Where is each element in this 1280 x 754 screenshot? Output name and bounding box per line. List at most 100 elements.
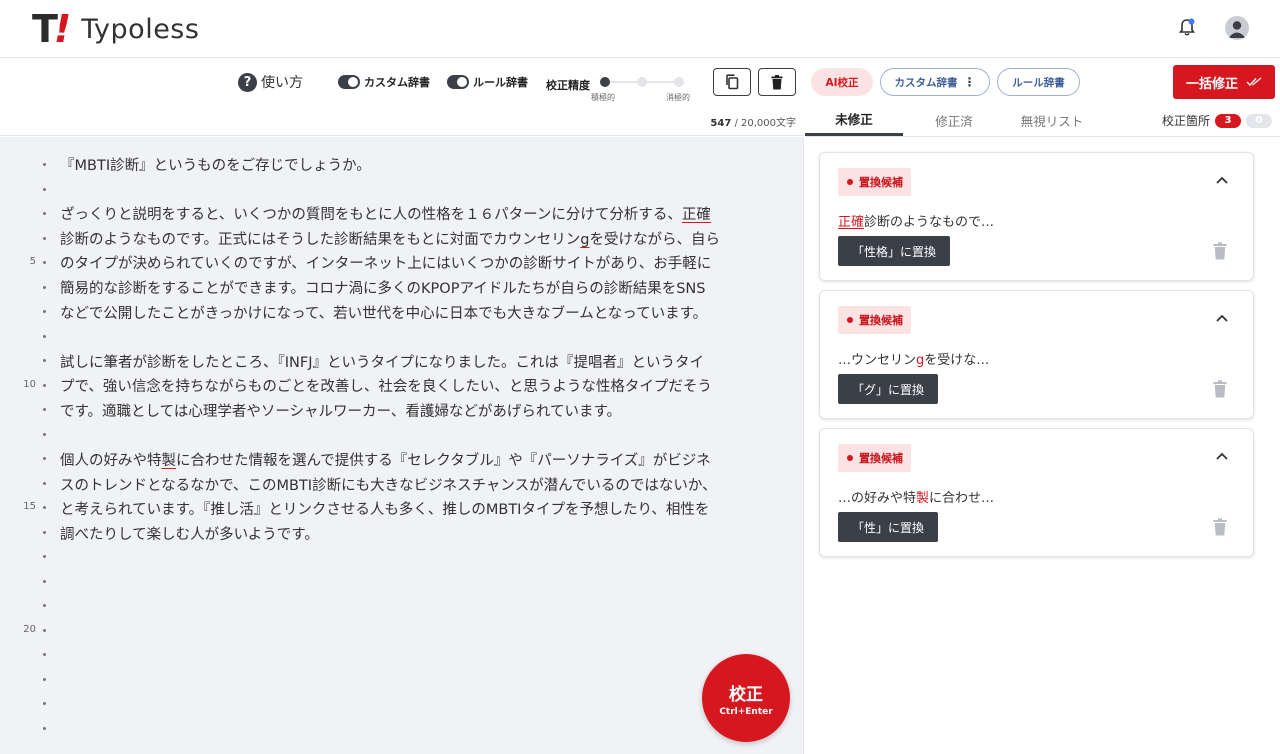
gutter-row: 10 bbox=[14, 373, 46, 398]
custom-dict-toggle[interactable]: カスタム辞書 bbox=[338, 74, 430, 90]
trash-icon[interactable] bbox=[1213, 518, 1227, 536]
editor-line[interactable]: 『MBTI診断』というものをご存じでしょうか。 bbox=[60, 154, 786, 179]
tab-ignore-list[interactable]: 無視リスト bbox=[1003, 104, 1101, 136]
editor-line[interactable]: 試しに筆者が診断をしたところ、『INFJ』というタイプになりました。これは『提唱… bbox=[60, 351, 786, 376]
trash-icon bbox=[771, 74, 783, 89]
typo-highlight[interactable]: 正確 bbox=[682, 207, 711, 223]
trash-icon[interactable] bbox=[1213, 242, 1227, 260]
chevron-up-icon[interactable] bbox=[1215, 173, 1229, 187]
gutter-row bbox=[14, 226, 46, 251]
gutter-dot bbox=[43, 702, 46, 705]
app-header: T! Typoless bbox=[0, 0, 1280, 58]
typo-highlight[interactable]: g bbox=[580, 232, 589, 248]
editor-line[interactable]: と考えられています。『推し活』とリンクさせる人も多く、推しのMBTIタイプを予想… bbox=[60, 498, 786, 523]
gutter-row bbox=[14, 520, 46, 545]
slider-step[interactable] bbox=[674, 77, 684, 87]
line-number: 10 bbox=[23, 378, 36, 390]
gutter-dot bbox=[43, 261, 46, 264]
gutter-row bbox=[14, 569, 46, 594]
bulk-fix-label: 一括修正 bbox=[1185, 76, 1238, 92]
fixed-count-badge: 0 bbox=[1246, 113, 1273, 128]
gutter-dot bbox=[43, 408, 46, 411]
gutter-dot bbox=[43, 285, 46, 289]
bell-icon[interactable] bbox=[1178, 18, 1196, 38]
gutter-dot bbox=[43, 579, 46, 583]
gutter-row: 15 bbox=[14, 495, 46, 520]
tab-fixed[interactable]: 修正済 bbox=[905, 104, 1003, 136]
gutter-row: 5 bbox=[14, 250, 46, 275]
gutter-row bbox=[14, 275, 46, 300]
chevron-up-icon[interactable] bbox=[1215, 311, 1229, 325]
editor-line[interactable] bbox=[60, 326, 786, 351]
line-number: 20 bbox=[23, 623, 36, 635]
custom-dict-pill-label: カスタム辞書 bbox=[894, 76, 958, 89]
editor-line[interactable]: 簡易的な診断をすることができます。コロナ渦に多くのKPOPアイドルたちが自らの診… bbox=[60, 277, 786, 302]
gutter-dot bbox=[43, 555, 46, 558]
trash-icon[interactable] bbox=[1213, 380, 1227, 398]
gutter-row bbox=[14, 544, 46, 569]
logo-text: Typoless bbox=[81, 13, 200, 45]
editor-line[interactable]: です。適職としては心理学者やソーシャルワーカー、看護婦などがあげられています。 bbox=[60, 400, 786, 425]
precision-label: 校正精度 bbox=[546, 79, 590, 92]
copy-icon bbox=[726, 74, 739, 90]
gutter-dot bbox=[43, 236, 46, 240]
copy-button[interactable] bbox=[713, 68, 751, 96]
gutter-row bbox=[14, 471, 46, 496]
editor-line[interactable]: スのトレンドとなるなかで、このMBTI診断にも大きなビジネスチャンスが潜んでいる… bbox=[60, 474, 786, 499]
custom-dict-pill[interactable]: カスタム辞書 ⋮ bbox=[880, 68, 990, 96]
avatar-icon[interactable] bbox=[1225, 16, 1249, 40]
rule-dict-pill[interactable]: ルール辞書 bbox=[997, 68, 1080, 96]
gutter-row bbox=[14, 446, 46, 471]
editor-line[interactable] bbox=[60, 425, 786, 450]
editor-line[interactable] bbox=[60, 179, 786, 204]
ai-proofread-pill[interactable]: AI校正 bbox=[811, 68, 873, 96]
slider-step[interactable] bbox=[637, 77, 647, 87]
editor-line[interactable]: 調べたりして楽しむ人が多いようです。 bbox=[60, 523, 786, 548]
tab-unfixed[interactable]: 未修正 bbox=[805, 104, 903, 136]
bulk-fix-button[interactable]: 一括修正 bbox=[1173, 65, 1275, 99]
gutter-row bbox=[14, 299, 46, 324]
slider-handle[interactable] bbox=[600, 77, 610, 87]
logo-mark: T! bbox=[32, 7, 71, 51]
suggestion-card[interactable]: 置換候補 …ウンセリンgを受けな… 「グ」に置換 bbox=[819, 290, 1254, 419]
suggestion-tag: 置換候補 bbox=[838, 168, 911, 196]
gutter-dot bbox=[43, 359, 46, 362]
gutter-dot bbox=[43, 163, 46, 166]
gutter-dot bbox=[43, 628, 46, 632]
editor-line[interactable]: プで、強い信念を持ちながらものごとを改善し、社会を良くしたい、と思うような性格タ… bbox=[60, 375, 786, 400]
suggestion-context: …ウンセリンgを受けな… bbox=[838, 353, 990, 368]
editor-text[interactable]: 『MBTI診断』というものをご存じでしょうか。 ざっくりと説明をすると、いくつかの… bbox=[60, 154, 786, 548]
proofread-button[interactable]: 校正 Ctrl+Enter bbox=[702, 654, 790, 742]
more-vert-icon[interactable]: ⋮ bbox=[964, 75, 976, 89]
suggestion-hit: g bbox=[916, 353, 925, 368]
custom-dict-toggle-label: カスタム辞書 bbox=[364, 76, 430, 89]
suggestion-card[interactable]: 置換候補 正確診断のようなもので… 「性格」に置換 bbox=[819, 152, 1254, 281]
proofread-label: 校正 bbox=[729, 684, 763, 705]
line-number: 5 bbox=[29, 256, 36, 267]
suggestion-context: 正確診断のようなもので… bbox=[838, 215, 995, 230]
gutter-dot bbox=[43, 653, 46, 656]
editor-line[interactable]: ざっくりと説明をすると、いくつかの質問をもとに人の性格を１６パターンに分けて分析… bbox=[60, 203, 786, 228]
typo-highlight[interactable]: 製 bbox=[162, 453, 177, 469]
question-icon: ? bbox=[238, 72, 257, 92]
chevron-up-icon[interactable] bbox=[1215, 449, 1229, 463]
rule-dict-toggle[interactable]: ルール辞書 bbox=[447, 74, 528, 90]
gutter-row bbox=[14, 716, 46, 741]
editor-line[interactable]: 診断のようなものです。正式にはそうした診断結果をもとに対面でカウンセリンgを受け… bbox=[60, 228, 786, 253]
gutter-row bbox=[14, 348, 46, 373]
apply-replace-button[interactable]: 「グ」に置換 bbox=[838, 374, 939, 404]
suggestion-hit: 製 bbox=[916, 491, 930, 506]
editor-line[interactable]: 個人の好みや特製に合わせた情報を選んで提供する『セレクタブル』や『パーソナライズ… bbox=[60, 449, 786, 474]
typoless-logo[interactable]: T! Typoless bbox=[32, 10, 199, 48]
howto-link[interactable]: ? 使い方 bbox=[238, 72, 303, 92]
editor-line[interactable]: のタイプが決められていくのですが、インターネット上にはいくつかの診断サイトがあり… bbox=[60, 252, 786, 277]
apply-replace-button[interactable]: 「性格」に置換 bbox=[838, 236, 951, 266]
precision-slider[interactable] bbox=[598, 76, 686, 88]
suggestion-tag: 置換候補 bbox=[838, 306, 911, 334]
precision-right-label: 消極的 bbox=[666, 93, 690, 102]
apply-replace-button[interactable]: 「性」に置換 bbox=[838, 512, 939, 542]
editor-line[interactable]: などで公開したことがきっかけになって、若い世代を中心に日本でも大きなブームとなっ… bbox=[60, 302, 786, 327]
delete-button[interactable] bbox=[758, 68, 796, 96]
suggestion-card[interactable]: 置換候補 …の好みや特製に合わせ… 「性」に置換 bbox=[819, 428, 1254, 557]
gutter-row bbox=[14, 667, 46, 692]
